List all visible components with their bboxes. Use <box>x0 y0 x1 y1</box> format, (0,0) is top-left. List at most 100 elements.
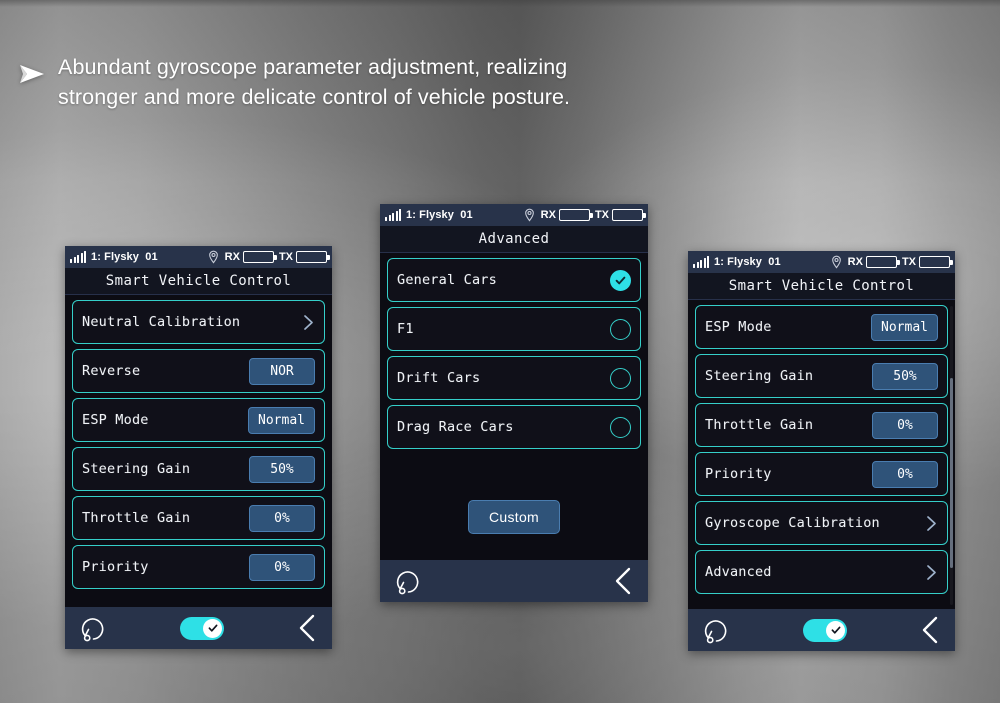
list-item-advanced[interactable]: Advanced <box>695 550 948 594</box>
status-bar: 1: Flysky 01 RX TX <box>688 251 955 273</box>
arrow-bullet-icon <box>20 65 44 83</box>
radio-unselected[interactable] <box>610 416 631 438</box>
headline-text: Abundant gyroscope parameter adjustment,… <box>58 55 571 109</box>
list-item-priority[interactable]: Priority 0% <box>695 452 948 496</box>
list-item-gyroscope-calibration[interactable]: Gyroscope Calibration <box>695 501 948 545</box>
value-pill[interactable]: 0% <box>872 411 938 439</box>
row-label: Priority <box>82 559 149 575</box>
scrollbar-thumb[interactable] <box>950 378 953 568</box>
radio-unselected[interactable] <box>610 318 631 340</box>
custom-button[interactable]: Custom <box>467 500 561 534</box>
radio-selected[interactable] <box>610 269 631 291</box>
value-pill[interactable]: 50% <box>249 455 315 483</box>
row-label: Throttle Gain <box>705 417 814 433</box>
value-pill[interactable]: 0% <box>249 504 315 532</box>
location-pin-icon <box>831 255 841 269</box>
advanced-options-list: General Cars F1 Drift Cars Drag Race Car… <box>380 253 648 560</box>
bottom-bar <box>65 607 332 649</box>
headline: Abundant gyroscope parameter adjustment,… <box>16 52 570 112</box>
list-item-priority[interactable]: Priority 0% <box>72 545 325 589</box>
tx-battery: TX <box>279 251 330 263</box>
undo-reset-icon[interactable] <box>394 567 423 595</box>
back-chevron-icon[interactable] <box>919 615 941 645</box>
model-name-label: 1: Flysky 01 <box>406 209 473 221</box>
row-label: Throttle Gain <box>82 510 191 526</box>
rx-battery-icon <box>558 209 593 221</box>
bottom-bar <box>688 609 955 651</box>
list-item-esp-mode[interactable]: ESP Mode Normal <box>695 305 948 349</box>
location-pin-icon <box>524 208 534 222</box>
list-item-drift-cars[interactable]: Drift Cars <box>387 356 641 400</box>
list-item-esp-mode[interactable]: ESP Mode Normal <box>72 398 325 442</box>
back-chevron-icon[interactable] <box>612 566 634 596</box>
row-label: Neutral Calibration <box>82 314 241 330</box>
device-screen-middle: 1: Flysky 01 RX TX Advanced General Cars <box>380 204 648 602</box>
page-title: Smart Vehicle Control <box>65 268 332 295</box>
list-item-general-cars[interactable]: General Cars <box>387 258 641 302</box>
chevron-right-icon <box>304 314 313 330</box>
row-label: Advanced <box>705 564 772 580</box>
list-item-reverse[interactable]: Reverse NOR <box>72 349 325 393</box>
settings-list-right: ESP Mode Normal Steering Gain 50% Thrott… <box>688 300 955 609</box>
enable-toggle[interactable] <box>180 616 224 640</box>
rx-label: RX <box>224 251 240 263</box>
bottom-bar <box>380 560 648 602</box>
tx-label: TX <box>594 209 609 221</box>
list-item-drag-race-cars[interactable]: Drag Race Cars <box>387 405 641 449</box>
model-name-label: 1: Flysky 01 <box>714 256 781 268</box>
row-label: ESP Mode <box>82 412 149 428</box>
list-item-neutral-calibration[interactable]: Neutral Calibration <box>72 300 325 344</box>
row-label: Priority <box>705 466 772 482</box>
list-item-f1[interactable]: F1 <box>387 307 641 351</box>
row-label: Reverse <box>82 363 141 379</box>
value-pill[interactable]: 0% <box>872 460 938 488</box>
row-label: Drift Cars <box>397 370 481 386</box>
chevron-right-icon <box>927 515 936 531</box>
list-item-throttle-gain[interactable]: Throttle Gain 0% <box>72 496 325 540</box>
row-label: Gyroscope Calibration <box>705 515 880 531</box>
signal-bars-icon <box>70 251 86 263</box>
status-bar: 1: Flysky 01 RX TX <box>380 204 648 226</box>
value-pill[interactable]: NOR <box>249 357 315 385</box>
value-pill[interactable]: 50% <box>872 362 938 390</box>
toggle-knob <box>826 620 845 640</box>
page-title: Smart Vehicle Control <box>688 273 955 300</box>
undo-reset-icon[interactable] <box>79 614 108 642</box>
rx-battery-icon <box>865 256 900 268</box>
row-label: F1 <box>397 321 414 337</box>
back-chevron-icon[interactable] <box>296 613 318 643</box>
tx-battery-icon <box>296 251 330 263</box>
tx-label: TX <box>901 256 916 268</box>
tx-battery: TX <box>594 209 646 221</box>
row-label: ESP Mode <box>705 319 772 335</box>
tx-battery-icon <box>919 256 953 268</box>
rx-label: RX <box>540 209 556 221</box>
rx-battery-icon <box>242 251 277 263</box>
list-item-steering-gain[interactable]: Steering Gain 50% <box>72 447 325 491</box>
row-label: Steering Gain <box>82 461 191 477</box>
tx-battery-icon <box>612 209 646 221</box>
tx-battery: TX <box>901 256 953 268</box>
check-icon <box>615 276 626 284</box>
check-icon <box>208 624 217 632</box>
settings-list-left: Neutral Calibration Reverse NOR ESP Mode… <box>65 295 332 607</box>
custom-button-area: Custom <box>387 500 641 560</box>
rx-battery: RX <box>847 256 900 268</box>
value-pill[interactable]: Normal <box>248 406 315 434</box>
value-pill[interactable]: Normal <box>871 313 938 341</box>
enable-toggle[interactable] <box>803 618 847 642</box>
value-pill[interactable]: 0% <box>249 553 315 581</box>
page-title: Advanced <box>380 226 648 253</box>
rx-label: RX <box>847 256 863 268</box>
radio-unselected[interactable] <box>610 367 631 389</box>
check-icon <box>831 626 840 634</box>
row-label: General Cars <box>397 272 497 288</box>
device-screen-right: 1: Flysky 01 RX TX Smart Vehicle Control… <box>688 251 955 651</box>
location-pin-icon <box>208 250 218 264</box>
list-item-steering-gain[interactable]: Steering Gain 50% <box>695 354 948 398</box>
undo-reset-icon[interactable] <box>702 616 731 644</box>
chevron-right-icon <box>927 564 936 580</box>
toggle-knob <box>203 618 222 638</box>
list-item-throttle-gain[interactable]: Throttle Gain 0% <box>695 403 948 447</box>
